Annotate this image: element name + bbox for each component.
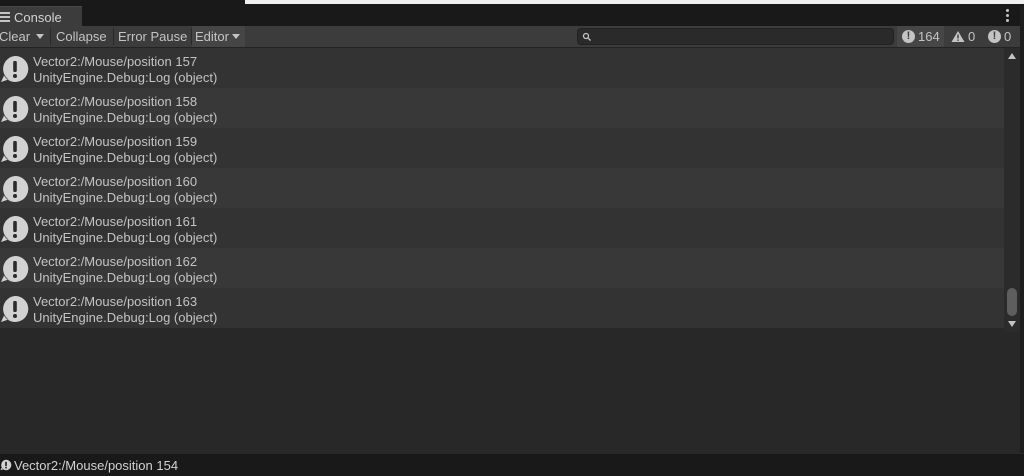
tab-console-label: Console <box>14 9 62 25</box>
log-stack: UnityEngine.Debug:Log (object) <box>33 230 218 245</box>
log-message-icon <box>1 135 29 162</box>
search-field[interactable] <box>577 28 894 45</box>
console-toolbar: Clear Collapse Error Pause Editor ! 164 … <box>0 26 1024 48</box>
log-message-icon <box>0 459 12 471</box>
log-stack: UnityEngine.Debug:Log (object) <box>33 70 218 85</box>
log-entry[interactable]: Vector2:/Mouse/position 157 UnityEngine.… <box>0 48 1004 88</box>
status-bar[interactable]: Vector2:/Mouse/position 154 <box>0 454 1024 476</box>
log-stack: UnityEngine.Debug:Log (object) <box>33 310 218 325</box>
editor-dropdown[interactable]: Editor <box>192 26 245 47</box>
log-message-icon <box>1 215 29 242</box>
panel-edge <box>1020 6 1024 453</box>
log-message: Vector2:/Mouse/position 157 <box>33 54 198 69</box>
log-message-icon <box>1 55 29 82</box>
info-icon: ! <box>902 30 915 43</box>
log-message: Vector2:/Mouse/position 159 <box>33 134 198 149</box>
scene-view-edge <box>245 0 1024 4</box>
log-list: Vector2:/Mouse/position 157 UnityEngine.… <box>0 48 1004 332</box>
info-count: 164 <box>918 29 940 44</box>
scroll-thumb[interactable] <box>1007 288 1017 316</box>
chevron-down-icon <box>231 34 240 39</box>
log-entry[interactable]: Vector2:/Mouse/position 160 UnityEngine.… <box>0 168 1004 208</box>
log-message: Vector2:/Mouse/position 161 <box>33 214 198 229</box>
log-entry[interactable]: Vector2:/Mouse/position 162 UnityEngine.… <box>0 248 1004 288</box>
info-filter-toggle[interactable]: ! 164 <box>897 26 944 47</box>
editor-label: Editor <box>195 29 229 44</box>
scroll-up-icon[interactable] <box>1008 53 1016 59</box>
clear-options-dropdown[interactable] <box>31 26 49 47</box>
log-stack: UnityEngine.Debug:Log (object) <box>33 110 218 125</box>
log-message: Vector2:/Mouse/position 158 <box>33 94 198 109</box>
search-icon <box>582 32 591 41</box>
error-count: 0 <box>1004 29 1012 44</box>
search-input[interactable] <box>595 29 885 44</box>
warning-count: 0 <box>968 29 976 44</box>
scroll-down-icon[interactable] <box>1008 321 1016 327</box>
warning-icon <box>951 31 965 42</box>
log-entry[interactable]: Vector2:/Mouse/position 158 UnityEngine.… <box>0 88 1004 128</box>
log-entry[interactable]: Vector2:/Mouse/position 163 UnityEngine.… <box>0 288 1004 328</box>
collapse-label: Collapse <box>56 29 107 44</box>
clear-button[interactable]: Clear <box>0 26 30 47</box>
log-scrollbar[interactable] <box>1004 48 1020 332</box>
error-icon: ! <box>988 30 1001 43</box>
log-message-icon <box>1 175 29 202</box>
log-entry[interactable]: Vector2:/Mouse/position 159 UnityEngine.… <box>0 128 1004 168</box>
log-message-icon <box>1 255 29 282</box>
error-filter-toggle[interactable]: ! 0 <box>988 26 1011 47</box>
kebab-icon[interactable] <box>1006 9 1010 23</box>
log-message-icon <box>1 95 29 122</box>
log-message-icon <box>1 295 29 322</box>
log-message: Vector2:/Mouse/position 162 <box>33 254 198 269</box>
stack-trace-panel <box>0 333 1024 453</box>
tab-console[interactable]: Console <box>0 6 82 27</box>
log-stack: UnityEngine.Debug:Log (object) <box>33 270 218 285</box>
warning-filter-toggle[interactable]: 0 <box>951 26 975 47</box>
log-message: Vector2:/Mouse/position 160 <box>33 174 198 189</box>
list-icon <box>0 12 10 22</box>
log-stack: UnityEngine.Debug:Log (object) <box>33 150 218 165</box>
error-pause-button[interactable]: Error Pause <box>114 26 191 47</box>
clear-label: Clear <box>0 29 31 44</box>
log-stack: UnityEngine.Debug:Log (object) <box>33 190 218 205</box>
chevron-down-icon <box>36 34 44 39</box>
status-message: Vector2:/Mouse/position 154 <box>14 457 179 473</box>
error-pause-label: Error Pause <box>118 29 188 44</box>
collapse-button[interactable]: Collapse <box>51 26 113 47</box>
tab-bar: Console <box>0 6 1024 27</box>
log-message: Vector2:/Mouse/position 163 <box>33 294 198 309</box>
log-entry[interactable]: Vector2:/Mouse/position 161 UnityEngine.… <box>0 208 1004 248</box>
